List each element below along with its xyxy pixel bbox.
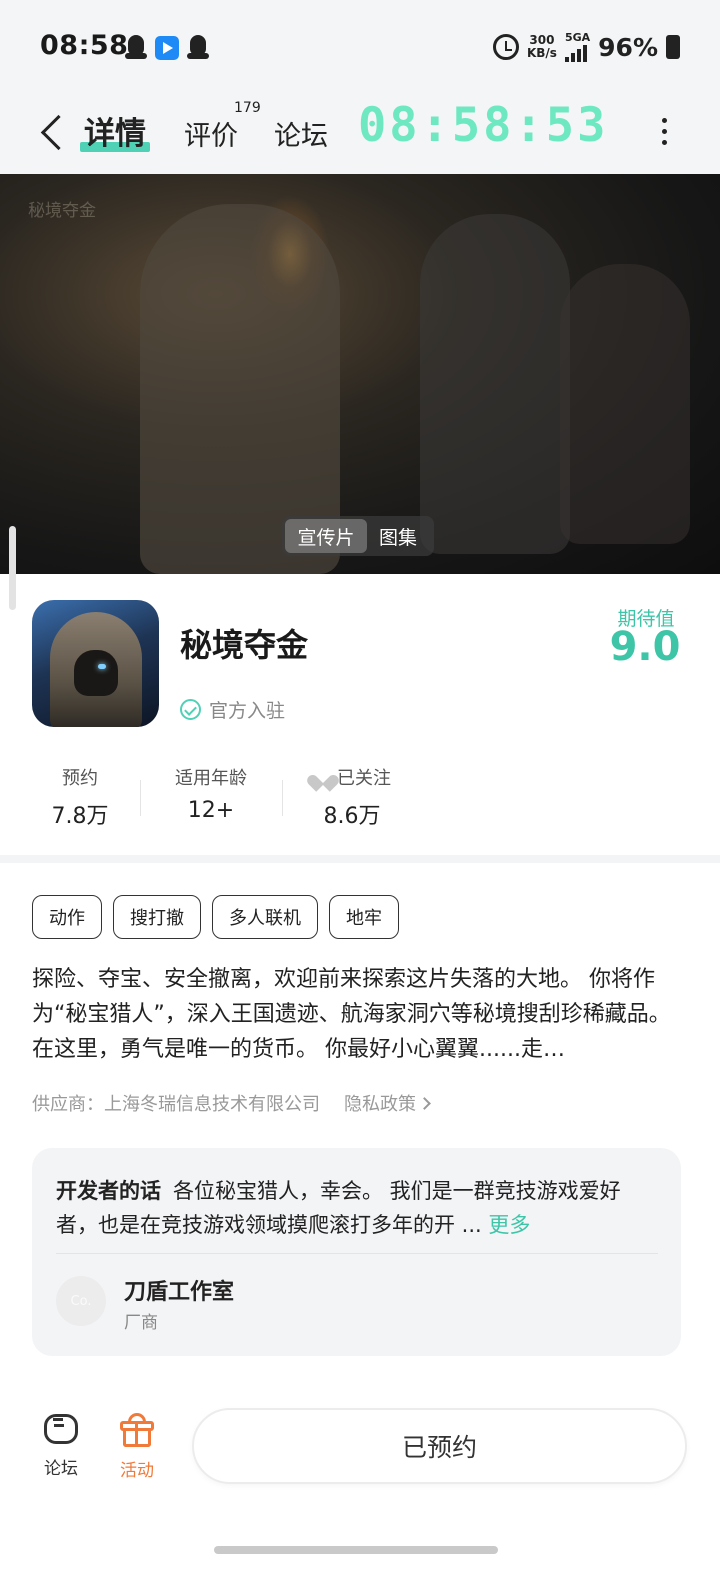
- developer-role: 厂商: [124, 1313, 158, 1333]
- signal-label: 5GA: [564, 31, 591, 44]
- game-title: 秘境夺金: [180, 626, 309, 664]
- stat-value: 8.6万: [323, 804, 381, 829]
- more-options-button[interactable]: [650, 114, 678, 148]
- more-link[interactable]: 更多: [488, 1213, 530, 1237]
- alarm-icon: [492, 34, 519, 60]
- activity-button[interactable]: 活动: [112, 1412, 162, 1481]
- qq-notification-icon: [124, 35, 148, 61]
- stat-divider: [282, 780, 283, 816]
- game-icon: [32, 600, 159, 727]
- tab-forum[interactable]: 论坛: [274, 114, 328, 153]
- supplier-text: 供应商：上海冬瑞信息技术有限公司: [32, 1094, 320, 1115]
- developer-words[interactable]: 开发者的话 各位秘宝猎人，幸会。 我们是一群竞技游戏爱好者，也是在竞技游戏领域摸爬…: [56, 1174, 656, 1242]
- activity-label: 活动: [120, 1461, 154, 1481]
- verified-label: 官方入驻: [209, 700, 286, 722]
- tag-multiplayer[interactable]: 多人联机: [212, 895, 318, 939]
- verified-badge: 官方入驻: [180, 696, 285, 723]
- hero-figure: [420, 214, 570, 554]
- net-speed-unit: KB/s: [526, 46, 557, 60]
- chevron-right-icon: [418, 1096, 431, 1110]
- tab-forum-label: 论坛: [274, 121, 328, 152]
- check-circle-icon: [180, 699, 201, 720]
- scroll-handle[interactable]: [9, 526, 16, 610]
- stat-value: 7.8万: [51, 804, 109, 829]
- privacy-policy-link[interactable]: 隐私政策: [344, 1090, 431, 1116]
- heart-icon: [313, 768, 333, 786]
- signal-icon: [564, 44, 587, 62]
- tab-reviews-label: 评价: [184, 121, 238, 152]
- signal-block: 5GA: [564, 31, 591, 62]
- stat-followers[interactable]: 已关注 8.6万: [302, 764, 402, 830]
- supplier-row: 供应商：上海冬瑞信息技术有限公司 隐私政策: [32, 1090, 431, 1116]
- forum-label: 论坛: [44, 1459, 78, 1479]
- tab-details[interactable]: 详情: [84, 108, 146, 153]
- privacy-label: 隐私政策: [344, 1094, 416, 1115]
- media-tab-gallery[interactable]: 图集: [367, 519, 429, 553]
- stat-label-row: 已关注: [302, 764, 402, 790]
- tag-action[interactable]: 动作: [32, 895, 102, 939]
- developer-avatar[interactable]: Co.: [56, 1276, 106, 1326]
- home-indicator[interactable]: [214, 1546, 498, 1554]
- reserved-button[interactable]: 已预约: [192, 1408, 687, 1484]
- chat-bubble-icon: [42, 1412, 80, 1446]
- game-icon-eye: [98, 664, 106, 669]
- tag-dungeon[interactable]: 地牢: [329, 895, 399, 939]
- status-bar: 08:58 300 KB/s 5GA 96%: [0, 0, 720, 96]
- developer-name[interactable]: 刀盾工作室: [124, 1274, 234, 1306]
- game-icon-face: [74, 650, 118, 696]
- app-notification-icon: [155, 36, 179, 60]
- battery-icon: [666, 35, 680, 59]
- stat-divider: [140, 780, 141, 816]
- net-speed: 300 KB/s: [527, 34, 557, 60]
- stat-value: 12+: [187, 798, 235, 823]
- stat-label: 适用年龄: [175, 768, 247, 789]
- battery-percent: 96%: [598, 32, 658, 62]
- stat-label: 已关注: [337, 768, 391, 789]
- hero-figure: [560, 264, 690, 544]
- tag-list: 动作 搜打撤 多人联机 地牢: [32, 895, 399, 939]
- hero-video[interactable]: 秘境夺金 宣传片 图集: [0, 174, 720, 574]
- tab-reviews[interactable]: 评价: [184, 114, 238, 153]
- card-divider: [56, 1253, 658, 1254]
- game-description[interactable]: 探险、夺宝、安全撤离，欢迎前来探索这片失落的大地。 你将作为“秘宝猎人”，深入王…: [32, 962, 692, 1067]
- expect-score: 9.0: [609, 624, 681, 670]
- tab-details-label: 详情: [84, 116, 146, 152]
- gift-icon: [119, 1412, 155, 1448]
- hero-watermark: 秘境夺金: [28, 201, 96, 221]
- qq-notification-icon: [186, 35, 210, 61]
- media-tab-video[interactable]: 宣传片: [285, 519, 367, 553]
- notification-icons: [124, 35, 210, 61]
- tag-extraction[interactable]: 搜打撤: [113, 895, 201, 939]
- back-button[interactable]: [34, 110, 74, 154]
- stat-reservations: 预约 7.8万: [40, 764, 120, 830]
- stats-row: 预约 7.8万 适用年龄 12+ 已关注 8.6万: [0, 764, 720, 834]
- developer-words-title: 开发者的话: [56, 1179, 161, 1203]
- top-nav: 详情 评价 179 论坛 08:58:53: [0, 96, 720, 174]
- developer-card: 开发者的话 各位秘宝猎人，幸会。 我们是一群竞技游戏爱好者，也是在竞技游戏领域摸爬…: [32, 1148, 681, 1356]
- review-count-badge: 179: [234, 100, 261, 116]
- status-time: 08:58: [40, 30, 129, 61]
- media-switch: 宣传片 图集: [282, 516, 434, 556]
- stat-age-rating[interactable]: 适用年龄 12+: [160, 764, 262, 823]
- stat-label: 预约: [62, 768, 98, 789]
- status-right: 300 KB/s 5GA 96%: [492, 31, 680, 62]
- floating-clock: 08:58:53: [358, 98, 609, 153]
- section-divider: [0, 855, 720, 863]
- forum-button[interactable]: 论坛: [36, 1412, 86, 1479]
